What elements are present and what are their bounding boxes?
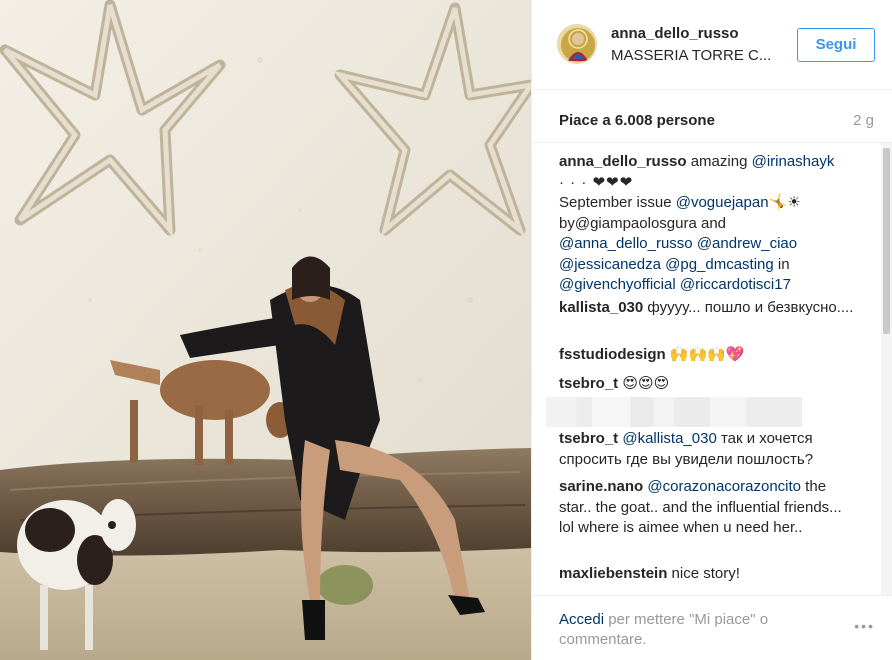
mention-link[interactable]: @givenchyofficial — [559, 276, 676, 293]
comment-item: tsebro_t @kallista_030 так и хочется спр… — [559, 429, 859, 470]
caption-text: by@giampaolosgura and — [559, 214, 726, 232]
username-link[interactable]: anna_dello_russo — [611, 25, 739, 42]
comment-item: sarine.nano @corazonacorazoncito the sta… — [559, 477, 859, 539]
comments-list: anna_dello_russo amazing @irinashayk · ·… — [532, 143, 882, 595]
mention-link[interactable]: @kallista_030 — [622, 430, 716, 447]
mention-link[interactable]: @voguejapan — [676, 194, 769, 211]
post-header: anna_dello_russo MASSERIA TORRE C... Seg… — [532, 0, 892, 90]
comment-item: tsebro_t 😍😍😍 — [559, 374, 859, 395]
comment-username[interactable]: maxliebenstein — [559, 565, 667, 582]
location-link[interactable]: MASSERIA TORRE C... — [611, 47, 781, 64]
mention-link[interactable]: @jessicanedza — [559, 256, 661, 273]
login-link[interactable]: Accedi — [559, 611, 604, 628]
comments-scrollbar[interactable] — [881, 143, 892, 595]
mention-link[interactable]: @corazonacorazoncito — [647, 478, 801, 495]
mention-link[interactable]: @anna_dello_russo — [559, 235, 693, 252]
caption-username[interactable]: anna_dello_russo — [559, 153, 687, 170]
post-photo[interactable] — [0, 0, 531, 660]
caption-emoji: 🤸☀ — [768, 194, 801, 211]
comment-username[interactable]: tsebro_t — [559, 430, 618, 447]
mention-link[interactable]: @riccardotisci17 — [680, 276, 791, 293]
comment-text: nice story! — [667, 565, 740, 582]
mention-link[interactable]: @pg_dmcasting — [665, 256, 774, 273]
post-timestamp[interactable]: 2 g — [853, 112, 874, 129]
follow-button[interactable]: Segui — [797, 28, 875, 62]
comment-username[interactable]: tsebro_t — [559, 375, 618, 392]
comment-text: 🙌🙌🙌💖 — [665, 346, 745, 363]
comment-text: фуууу... пошло и безвкусно.... — [643, 299, 854, 316]
comment-username[interactable]: sarine.nano — [559, 478, 643, 495]
post-side-panel: anna_dello_russo MASSERIA TORRE C... Seg… — [531, 0, 892, 660]
avatar[interactable] — [557, 24, 597, 64]
ellipsis-icon[interactable]: ••• — [854, 618, 875, 634]
caption: anna_dello_russo amazing @irinashayk · ·… — [559, 152, 859, 296]
login-prompt: Accedi per mettere "Mi piace" o commenta… — [559, 610, 819, 650]
caption-text: September issue — [559, 194, 676, 211]
comment-item: fsstudiodesign 🙌🙌🙌💖 — [559, 345, 859, 366]
likes-count[interactable]: Piace a 6.008 persone — [559, 112, 715, 129]
post-footer: Accedi per mettere "Mi piace" o commenta… — [532, 595, 892, 660]
comment-item: kallista_030 фуууу... пошло и безвкусно.… — [559, 298, 859, 319]
comment-item: maxliebenstein nice story! — [559, 564, 859, 585]
caption-text: · · · ❤❤❤ — [559, 173, 634, 191]
likes-row: Piace a 6.008 persone 2 g — [532, 90, 892, 143]
scrollbar-thumb[interactable] — [883, 148, 890, 334]
post-photo-image — [0, 0, 531, 660]
mention-link[interactable]: @irinashayk — [752, 153, 835, 170]
caption-text: in — [773, 255, 790, 273]
mention-link[interactable]: @andrew_ciao — [697, 235, 797, 252]
comment-username[interactable]: kallista_030 — [559, 299, 643, 316]
caption-text: amazing — [686, 153, 752, 170]
comment-username[interactable]: fsstudiodesign — [559, 346, 666, 363]
blurred-comment — [546, 397, 802, 427]
comment-text: 😍😍😍 — [618, 375, 670, 392]
religious-icon-avatar-image — [558, 25, 596, 63]
